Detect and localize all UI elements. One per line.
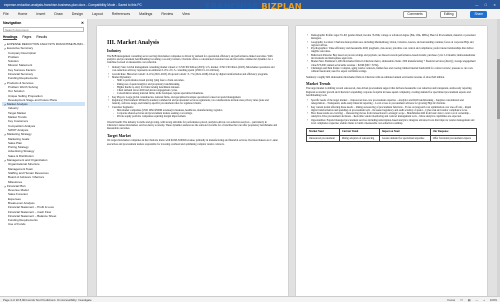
bullet-item: Behavioral Patterns: Buy based on proven… xyxy=(306,54,477,61)
status-controls: Focus ▭ ▤ — + 100% xyxy=(447,298,497,302)
comments-button[interactable]: Comments xyxy=(403,10,427,18)
paragraph: The target market is shifting toward out… xyxy=(306,87,473,98)
window-controls: — ☐ ✕ xyxy=(475,3,496,7)
nav-title: Navigation xyxy=(3,21,22,25)
heading-list: ◢EXPENSE REDUCTION ANALYSTS FRANCHISE BU… xyxy=(0,41,87,228)
bullet-item: How these trends are evolving: – Outsour… xyxy=(306,112,477,119)
bullet-list: Industry Size: Global management consult… xyxy=(107,66,278,119)
web-layout-icon[interactable]: ▤ xyxy=(468,298,471,302)
close-window-button[interactable]: ✕ xyxy=(493,3,496,7)
minimize-button[interactable]: — xyxy=(475,3,478,7)
zoom-in-button[interactable]: + xyxy=(483,298,485,302)
bullet-item: Demographic Profile: Ages 35–60; gender … xyxy=(306,34,477,41)
menu-review[interactable]: Review xyxy=(161,12,173,16)
bullet-item: Geographic Location: Charlotte metropoli… xyxy=(306,41,477,48)
focus-button[interactable]: Focus xyxy=(447,298,455,302)
print-layout-icon[interactable]: ▭ xyxy=(460,298,463,302)
menu-layout[interactable]: Layout xyxy=(92,12,103,16)
menu-design[interactable]: Design xyxy=(72,12,83,16)
share-button[interactable]: Share xyxy=(470,10,487,18)
table-cell: Greater demand for specialized expertise xyxy=(378,134,431,142)
document-page[interactable]: Demographic Profile: Ages 35–60; gender … xyxy=(296,26,487,296)
navigation-pane: Navigation ✕ Search document Headings Pa… xyxy=(0,19,88,296)
nav-header: Navigation ✕ xyxy=(0,19,87,26)
paragraph: Overall health: The industry is stable a… xyxy=(107,120,278,131)
nav-search-input[interactable]: Search document xyxy=(3,27,84,32)
table-cell: Rising adoption of outsourcing xyxy=(338,134,380,142)
table-cell: Outsourced procurement xyxy=(306,134,340,142)
bullet-list: Demographic Profile: Ages 35–60; gender … xyxy=(306,34,477,74)
menu-file[interactable]: File xyxy=(3,12,9,16)
market-needs-table: Market Need Current Trend Impact on Need… xyxy=(306,128,478,142)
subsection-heading: Industry xyxy=(107,49,122,53)
bullet-item: Psychographics: Value efficiency and mea… xyxy=(306,47,477,54)
bullet-item: Market Size: Estimated 1,200 mid-market … xyxy=(306,60,477,67)
bullet-item: Industry Size: Global management consult… xyxy=(107,66,278,73)
window-title: expense-reduction-analysts-franchise-bus… xyxy=(4,2,142,7)
brand-logo: FRANCHISE BIZPLAN xyxy=(205,1,302,11)
zoom-out-button[interactable]: — xyxy=(475,298,478,302)
tab-pages[interactable]: Pages xyxy=(22,35,31,40)
nav-heading-item[interactable]: Use of Funds xyxy=(2,222,85,226)
tab-headings[interactable]: Headings xyxy=(3,35,18,40)
bullet-item: Challenges and Pain Points: Complex, agi… xyxy=(306,67,477,74)
maximize-button[interactable]: ☐ xyxy=(484,3,487,7)
word-window: expense-reduction-analysts-franchise-bus… xyxy=(0,0,500,302)
zoom-level[interactable]: 100% xyxy=(490,298,497,302)
nav-tabs: Headings Pages Results xyxy=(0,33,87,41)
editing-button[interactable]: Editing xyxy=(439,10,458,18)
nav-heading-label: Use of Funds xyxy=(8,222,26,227)
menu-insert[interactable]: Insert xyxy=(36,12,45,16)
menu-draw[interactable]: Draw xyxy=(54,12,62,16)
paragraph: We target mid-market companies in the Ch… xyxy=(107,139,278,146)
close-icon[interactable]: ✕ xyxy=(81,21,84,25)
table-cell: Offer fractional procurement experts xyxy=(429,134,478,142)
document-page[interactable]: III. Market Analysis Industry The B2B ma… xyxy=(97,26,288,296)
document-canvas[interactable]: III. Market Analysis Industry The B2B ma… xyxy=(88,19,500,296)
menu-view[interactable]: View xyxy=(182,12,190,16)
bullet-item: Regulatory Environment: Primarily standa… xyxy=(107,99,278,106)
paragraph: Summary: roughly 600 addressable mid-mar… xyxy=(306,75,445,79)
subsection-heading: Market Trends xyxy=(306,81,331,86)
bullet-list: Specific needs of the target market: – O… xyxy=(306,99,477,125)
tab-results[interactable]: Results xyxy=(36,35,47,40)
status-text: Page 4 of 20 8,904 words Text Prediction… xyxy=(3,297,92,302)
paragraph: The B2B management consulting sector ser… xyxy=(107,54,273,65)
status-bar: Page 4 of 20 8,904 words Text Prediction… xyxy=(0,296,500,302)
bullet-item: Key current trends affecting these needs… xyxy=(306,106,477,113)
menu-mailings[interactable]: Mailings xyxy=(139,12,152,16)
subsection-heading: Target Market xyxy=(107,133,131,138)
section-heading: III. Market Analysis xyxy=(107,40,160,46)
table-row: Outsourced procurement Rising adoption o… xyxy=(306,134,478,142)
bullet-item: Specific needs of the target market: – O… xyxy=(306,99,477,106)
menu-home[interactable]: Home xyxy=(18,12,28,16)
bullet-item: Opportunities: Expand managed procuremen… xyxy=(306,119,477,126)
bullet-item: Private equity portfolio companies requi… xyxy=(107,115,278,119)
menu-references[interactable]: References xyxy=(112,12,130,16)
